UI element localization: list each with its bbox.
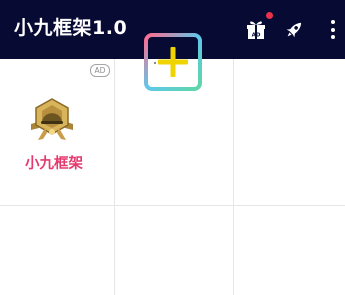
gift-ad-text: AD <box>252 32 261 38</box>
grid-divider <box>0 205 345 206</box>
rocket-button[interactable] <box>278 0 310 59</box>
ad-badge: AD <box>90 64 110 77</box>
gift-ad-icon: AD <box>247 21 265 39</box>
helmet-emblem-icon <box>31 98 73 140</box>
more-vert-icon <box>331 20 335 39</box>
notification-dot <box>266 12 273 19</box>
overflow-menu-button[interactable] <box>322 0 344 59</box>
add-plus-icon <box>144 33 202 91</box>
grid-divider <box>114 59 115 295</box>
rocket-icon <box>286 22 302 37</box>
app-label: 小九框架 <box>25 156 83 172</box>
gift-ad-button[interactable]: AD <box>238 0 274 59</box>
grid-item-empty <box>234 59 345 205</box>
add-app-button[interactable] <box>144 33 202 91</box>
app-grid: AD 小九框架 <box>0 59 345 295</box>
app-title: 小九框架1.0 <box>14 17 128 39</box>
grid-item-xiaojiu[interactable]: AD 小九框架 <box>0 59 114 205</box>
